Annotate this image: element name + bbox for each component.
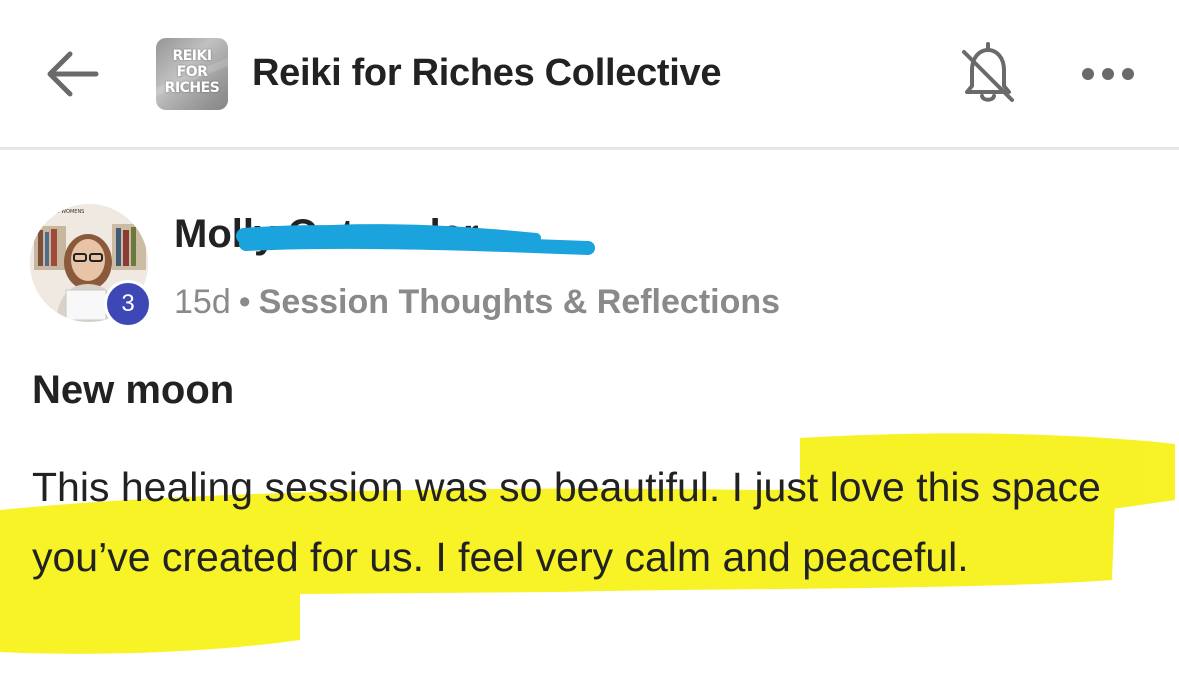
more-horizontal-icon (1082, 68, 1134, 80)
author-avatar[interactable]: O THE WOMENS 3 (28, 204, 152, 328)
post-meta: 15d • Session Thoughts & Reflections (174, 278, 780, 326)
redaction-scribble (236, 224, 595, 255)
group-logo[interactable]: REIKI FOR RICHES (156, 38, 228, 110)
notifications-toggle-button[interactable] (956, 38, 1020, 110)
post-title: New moon (32, 368, 235, 412)
post-time: 15d (174, 283, 231, 321)
group-header: REIKI FOR RICHES Reiki for Riches Collec… (0, 0, 1179, 150)
group-logo-text: REIKI FOR RICHES (164, 48, 220, 96)
back-button[interactable] (40, 46, 104, 102)
more-options-button[interactable] (1078, 58, 1138, 90)
bell-off-icon (962, 42, 1014, 102)
level-badge: 3 (104, 280, 152, 328)
svg-text:O THE WOMENS: O THE WOMENS (44, 209, 84, 215)
meta-separator: • (238, 283, 251, 321)
arrow-left-icon (47, 51, 99, 97)
post-body: This healing session was so beautiful. I… (32, 464, 1101, 580)
post-category[interactable]: Session Thoughts & Reflections (259, 283, 780, 321)
group-title[interactable]: Reiki for Riches Collective (252, 46, 721, 100)
